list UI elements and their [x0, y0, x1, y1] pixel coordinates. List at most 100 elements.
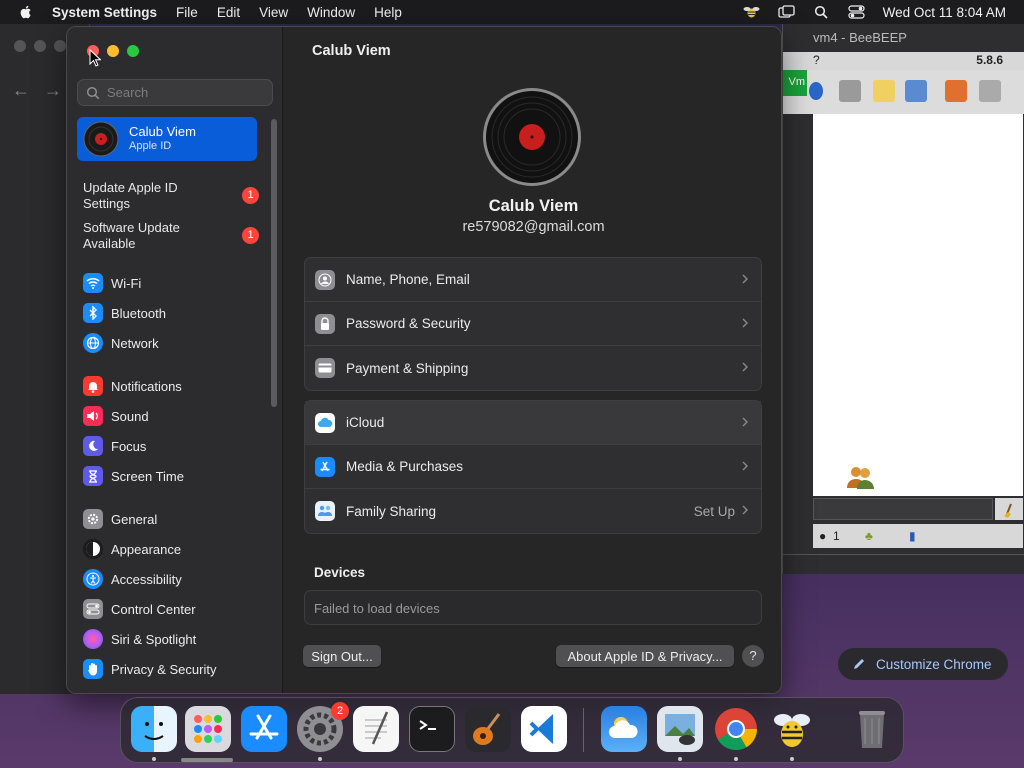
chevron-right-icon: [742, 505, 748, 515]
beebeep-status-icon[interactable]: [809, 82, 823, 100]
sign-out-button[interactable]: Sign Out...: [303, 645, 381, 667]
sidebar-item-siri-spotlight[interactable]: Siri & Spotlight: [83, 627, 263, 651]
beebeep-message-input[interactable]: [813, 498, 993, 520]
apple-logo-icon[interactable]: [18, 4, 34, 20]
customize-chrome-button[interactable]: Customize Chrome: [838, 648, 1008, 680]
sidebar-apple-id-item[interactable]: Calub Viem Apple ID: [77, 117, 257, 161]
profile-avatar[interactable]: [482, 87, 582, 187]
dock-scroll-indicator: [181, 758, 233, 762]
dock-weather-icon[interactable]: [601, 706, 647, 752]
settings-sidebar: Calub Viem Apple ID Update Apple ID Sett…: [67, 27, 283, 693]
beebeep-chat-area[interactable]: [813, 114, 1023, 496]
dock-textedit-icon[interactable]: [353, 706, 399, 752]
back-arrow-icon[interactable]: ←: [12, 80, 30, 101]
sidebar-item-network[interactable]: Network: [83, 331, 263, 355]
zoom-window-button[interactable]: [127, 45, 139, 57]
dock-launchpad-icon[interactable]: [185, 706, 231, 752]
sidebar-item-bluetooth[interactable]: Bluetooth: [83, 301, 263, 325]
row-payment-shipping[interactable]: Payment & Shipping: [305, 346, 761, 390]
menu-edit[interactable]: Edit: [217, 5, 240, 20]
sidebar-item-general[interactable]: General: [83, 507, 263, 531]
moon-icon: [83, 436, 103, 456]
dock-running-indicator: [152, 757, 156, 761]
row-icloud[interactable]: iCloud: [305, 401, 761, 445]
beebeep-users-icon: [847, 467, 874, 489]
beebeep-bottom-bar: [783, 554, 1024, 574]
beebeep-folder-icon[interactable]: [945, 80, 967, 102]
hand-icon: [83, 659, 103, 679]
sidebar-item-label: Appearance: [111, 541, 182, 557]
beebeep-menu-strip: ? 5.8.6: [783, 52, 1024, 70]
dock-finder-icon[interactable]: [131, 706, 177, 752]
row-name-phone-email[interactable]: Name, Phone, Email: [305, 258, 761, 302]
beebeep-status-bar: ● 1 ♣ ▮: [813, 524, 1023, 548]
about-apple-id-privacy-button[interactable]: About Apple ID & Privacy...: [556, 645, 734, 667]
sidebar-item-label: Siri & Spotlight: [111, 631, 197, 647]
chevron-right-icon: [742, 417, 748, 427]
menu-window[interactable]: Window: [307, 5, 355, 20]
window-switcher-icon[interactable]: [778, 5, 795, 19]
menubar-clock[interactable]: Wed Oct 11 8:04 AM: [883, 5, 1006, 20]
notice-label: Update Apple ID Settings: [83, 180, 178, 211]
sidebar-item-focus[interactable]: Focus: [83, 434, 263, 458]
chevron-right-icon: [742, 274, 748, 284]
profile-email: re579082@gmail.com: [462, 219, 605, 235]
sidebar-item-wifi[interactable]: Wi-Fi: [83, 271, 263, 295]
search-input[interactable]: [107, 85, 267, 100]
dock-beebeep-icon[interactable]: [769, 706, 815, 752]
minimize-window-button[interactable]: [107, 45, 119, 57]
beebeep-user-tag: Vm: [783, 70, 807, 96]
dock-trash-icon[interactable]: [849, 706, 895, 752]
spotlight-search-icon[interactable]: [813, 5, 830, 19]
appearance-icon: [83, 539, 103, 559]
dock-separator: [583, 708, 584, 752]
control-center-menubar-icon[interactable]: [848, 5, 865, 19]
beebeep-chat-count: 1: [833, 529, 840, 543]
row-label: Name, Phone, Email: [346, 272, 470, 287]
beebeep-send-button[interactable]: [995, 498, 1023, 520]
beebeep-group-icon[interactable]: ♣: [865, 529, 873, 543]
customize-chrome-label: Customize Chrome: [876, 656, 992, 672]
help-button[interactable]: ?: [742, 645, 764, 667]
sidebar-scrollbar[interactable]: [271, 119, 277, 407]
menu-help[interactable]: Help: [374, 5, 402, 20]
forward-arrow-icon[interactable]: →: [44, 80, 62, 101]
beebeep-menubar-icon[interactable]: [743, 5, 760, 19]
dock-vscode-icon[interactable]: [521, 706, 567, 752]
menu-app-name[interactable]: System Settings: [52, 5, 157, 20]
sidebar-item-notifications[interactable]: Notifications: [83, 374, 263, 398]
dock-app-store-icon[interactable]: [241, 706, 287, 752]
beebeep-file-icon[interactable]: ▮: [909, 529, 916, 543]
lock-icon: [315, 314, 335, 334]
row-media-purchases[interactable]: Media & Purchases: [305, 445, 761, 489]
sidebar-item-appearance[interactable]: Appearance: [83, 537, 263, 561]
dock-garageband-icon[interactable]: [465, 706, 511, 752]
menu-file[interactable]: File: [176, 5, 198, 20]
beebeep-title: vm4 - BeeBEEP: [813, 30, 907, 45]
row-family-sharing[interactable]: Family Sharing Set Up: [305, 489, 761, 533]
sidebar-item-privacy-security[interactable]: Privacy & Security: [83, 657, 263, 681]
sidebar-item-label: Wi-Fi: [111, 275, 142, 291]
beebeep-help-marker[interactable]: ?: [813, 53, 820, 67]
sidebar-item-control-center[interactable]: Control Center: [83, 597, 263, 621]
beebeep-compose-icon[interactable]: [873, 80, 895, 102]
sidebar-item-sound[interactable]: Sound: [83, 404, 263, 428]
menu-view[interactable]: View: [259, 5, 288, 20]
sidebar-search-field[interactable]: [77, 79, 273, 106]
dock-chrome-icon[interactable]: [713, 706, 759, 752]
sidebar-notice-update-apple-id[interactable]: Update Apple ID Settings 1: [83, 180, 263, 212]
dock-terminal-icon[interactable]: [409, 706, 455, 752]
mouse-pointer-icon: [89, 49, 101, 67]
beebeep-trash-icon[interactable]: [979, 80, 1001, 102]
beebeep-network-icon[interactable]: [905, 80, 927, 102]
beebeep-window[interactable]: vm4 - BeeBEEP ? 5.8.6 Vm ● 1 ♣ ▮: [782, 24, 1024, 574]
sidebar-item-screen-time[interactable]: Screen Time: [83, 464, 263, 488]
sidebar-item-accessibility[interactable]: Accessibility: [83, 567, 263, 591]
row-password-security[interactable]: Password & Security: [305, 302, 761, 346]
devices-error-message: Failed to load devices: [314, 601, 440, 616]
beebeep-chat-count-icon[interactable]: ●: [819, 529, 826, 543]
dock-preview-icon[interactable]: [657, 706, 703, 752]
beebeep-mail-icon[interactable]: [839, 80, 861, 102]
sidebar-notice-software-update[interactable]: Software Update Available 1: [83, 220, 263, 252]
sidebar-item-label: Screen Time: [111, 468, 184, 484]
